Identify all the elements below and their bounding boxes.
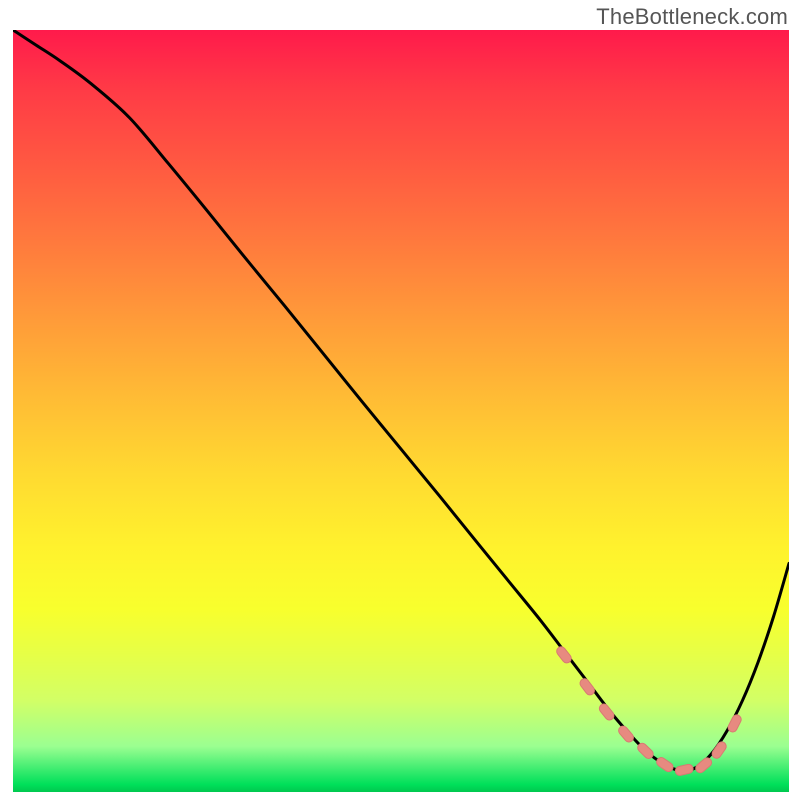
valley-marker: [694, 756, 714, 775]
bottleneck-curve: [13, 30, 789, 771]
valley-marker: [578, 677, 596, 697]
bottleneck-line: [13, 30, 789, 771]
valley-marker: [636, 741, 655, 760]
watermark-text: TheBottleneck.com: [596, 4, 788, 30]
valley-marker: [617, 724, 636, 744]
chart-frame: TheBottleneck.com: [0, 0, 800, 800]
valley-marker: [727, 713, 743, 733]
valley-marker: [555, 645, 573, 665]
valley-marker: [674, 764, 694, 777]
valley-marker: [655, 756, 675, 774]
valley-marker: [598, 702, 616, 722]
chart-svg: [13, 30, 789, 792]
valley-markers: [555, 645, 743, 776]
